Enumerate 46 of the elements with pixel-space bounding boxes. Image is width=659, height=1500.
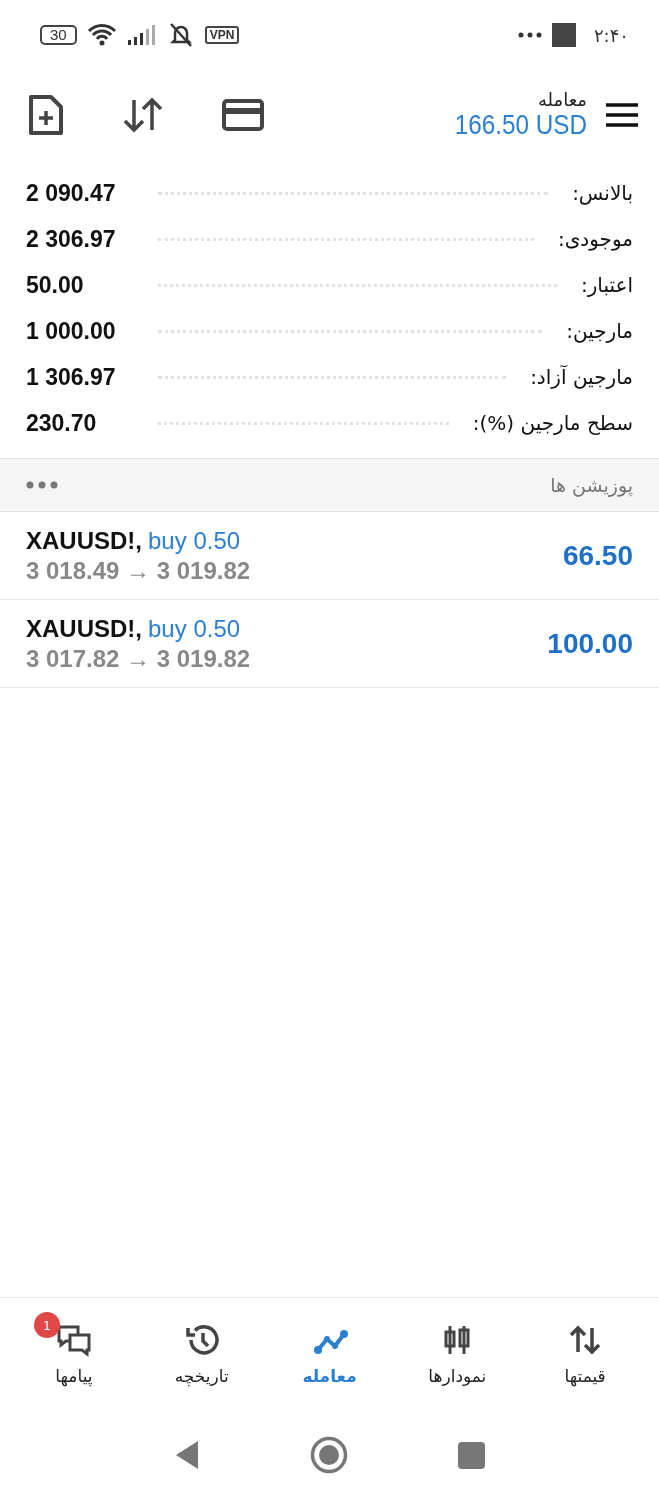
more-icon — [517, 32, 542, 38]
summary-label: سطح مارجین (%): — [472, 411, 633, 435]
position-prices: 3 018.49 → 3 019.82 — [26, 556, 251, 585]
notification-badge: 1 — [33, 1312, 60, 1338]
signal-icon — [126, 24, 157, 46]
summary-value: 1 306.97 — [26, 363, 117, 391]
battery-indicator: 30 — [40, 25, 77, 45]
menu-icon[interactable] — [605, 102, 639, 128]
more-icon[interactable] — [26, 481, 58, 489]
position-symbol: XAUUSD!, — [26, 614, 142, 643]
position-profit: 100.00 — [547, 627, 633, 660]
position-prices: 3 017.82 → 3 019.82 — [26, 644, 251, 673]
nav-tab[interactable]: تاریخچه — [137, 1298, 266, 1410]
vpn-indicator: VPN — [204, 26, 240, 44]
position-symbol: XAUUSD!, — [26, 526, 142, 555]
page-title: معامله — [537, 89, 587, 110]
home-icon[interactable] — [310, 1436, 348, 1474]
section-title: پوزیشن ها — [550, 474, 633, 496]
clock: ۲:۴۰ — [593, 24, 629, 46]
summary-value: 50.00 — [26, 271, 85, 299]
nav-tab[interactable]: قیمتها — [521, 1298, 649, 1410]
position-profit: 66.50 — [562, 539, 633, 572]
summary-label: مارجین: — [566, 319, 633, 343]
summary-label: بالانس: — [572, 181, 633, 205]
nav-tab[interactable]: نمودارها — [393, 1298, 522, 1410]
summary-value: 230.70 — [26, 409, 98, 437]
history-icon — [183, 1322, 220, 1358]
summary-value: 2 306.97 — [26, 225, 117, 253]
swap-arrows-icon[interactable] — [122, 96, 164, 134]
wifi-icon — [86, 23, 117, 47]
summary-value: 1 000.00 — [26, 317, 117, 345]
add-document-icon[interactable] — [28, 94, 64, 136]
back-icon[interactable] — [174, 1440, 200, 1470]
card-icon[interactable] — [222, 99, 264, 131]
square-icon — [551, 23, 576, 47]
position-side: buy 0.50 — [148, 526, 241, 555]
summary-label: مارجین آزاد: — [530, 365, 633, 389]
recents-icon[interactable] — [458, 1441, 485, 1469]
summary-value: 2 090.47 — [26, 179, 117, 207]
position-row[interactable]: XAUUSD!, buy 0.50 3 017.82 → 3 019.82 100.00 — [0, 600, 659, 688]
position-side: buy 0.50 — [148, 614, 241, 643]
summary-label: اعتبار: — [580, 273, 633, 297]
profit-amount: 166.50 USD — [454, 110, 587, 141]
summary-label: موجودی: — [557, 227, 633, 251]
position-row[interactable]: XAUUSD!, buy 0.50 3 018.49 → 3 019.82 66.50 — [0, 512, 659, 600]
nav-tab[interactable]: معامله — [265, 1298, 394, 1410]
